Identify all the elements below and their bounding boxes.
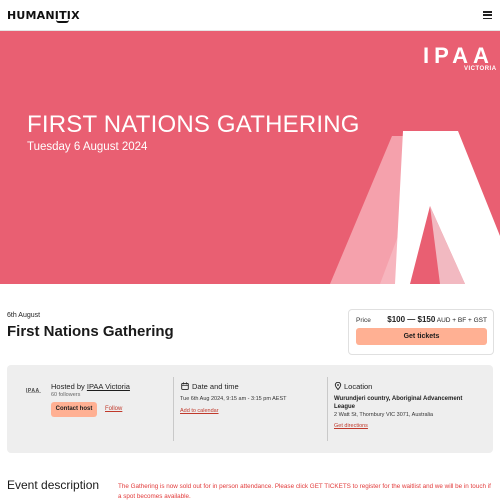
calendar-icon	[181, 382, 189, 390]
hamburger-menu-icon[interactable]	[483, 11, 492, 20]
top-navigation-bar: HUMANITIX	[0, 0, 500, 31]
host-logo[interactable]: IPAA	[26, 388, 44, 400]
date-time-value: Tue 6th Aug 2024, 9:15 am - 3:15 pm AEST	[180, 396, 287, 402]
event-title: First Nations Gathering	[7, 323, 174, 340]
hosted-by-prefix: Hosted by	[51, 382, 85, 391]
get-directions-link[interactable]: Get directions	[334, 423, 368, 429]
sold-out-notice: The Gathering is now sold out for in per…	[118, 483, 491, 500]
event-description-heading: Event description	[7, 478, 100, 492]
price-suffix: AUD + BF + GST	[436, 317, 487, 324]
banner-title: FIRST NATIONS GATHERING	[27, 111, 360, 138]
date-time-title: Date and time	[192, 382, 239, 391]
info-divider	[327, 377, 328, 441]
logo-smile-mark	[56, 20, 69, 23]
hosted-by-text: Hosted by IPAA Victoria	[51, 382, 130, 391]
event-banner: IPAA VICTORIA FIRST NATIONS GATHERING Tu…	[0, 31, 500, 284]
contact-host-button[interactable]: Contact host	[51, 402, 97, 417]
event-info-card: IPAA Hosted by IPAA Victoria 60 follower…	[7, 365, 493, 453]
location-title: Location	[344, 382, 373, 391]
location-address: 2 Watt St, Thornbury VIC 3071, Australia	[334, 412, 434, 418]
banner-date: Tuesday 6 August 2024	[27, 141, 148, 153]
info-divider	[173, 377, 174, 441]
price-card: Price $100 — $150 AUD + BF + GST Get tic…	[348, 309, 494, 355]
event-date-short: 6th August	[7, 312, 41, 319]
ipaa-brand-subtitle: VICTORIA	[464, 66, 497, 72]
host-logo-line	[26, 392, 41, 393]
price-label: Price	[356, 317, 371, 324]
host-name-link[interactable]: IPAA Victoria	[87, 382, 130, 391]
host-logo-text: IPAA	[26, 388, 40, 394]
location-venue: Wurundjeri country, Aboriginal Advanceme…	[334, 396, 463, 410]
host-followers-count: 60 followers	[51, 392, 81, 398]
follow-host-link[interactable]: Follow	[105, 406, 122, 412]
price-range-value: $100 — $150	[387, 315, 436, 324]
location-pin-icon	[334, 382, 342, 390]
add-to-calendar-link[interactable]: Add to calendar	[180, 408, 219, 414]
price-range: $100 — $150 AUD + BF + GST	[387, 315, 487, 324]
get-tickets-button[interactable]: Get tickets	[356, 328, 487, 345]
